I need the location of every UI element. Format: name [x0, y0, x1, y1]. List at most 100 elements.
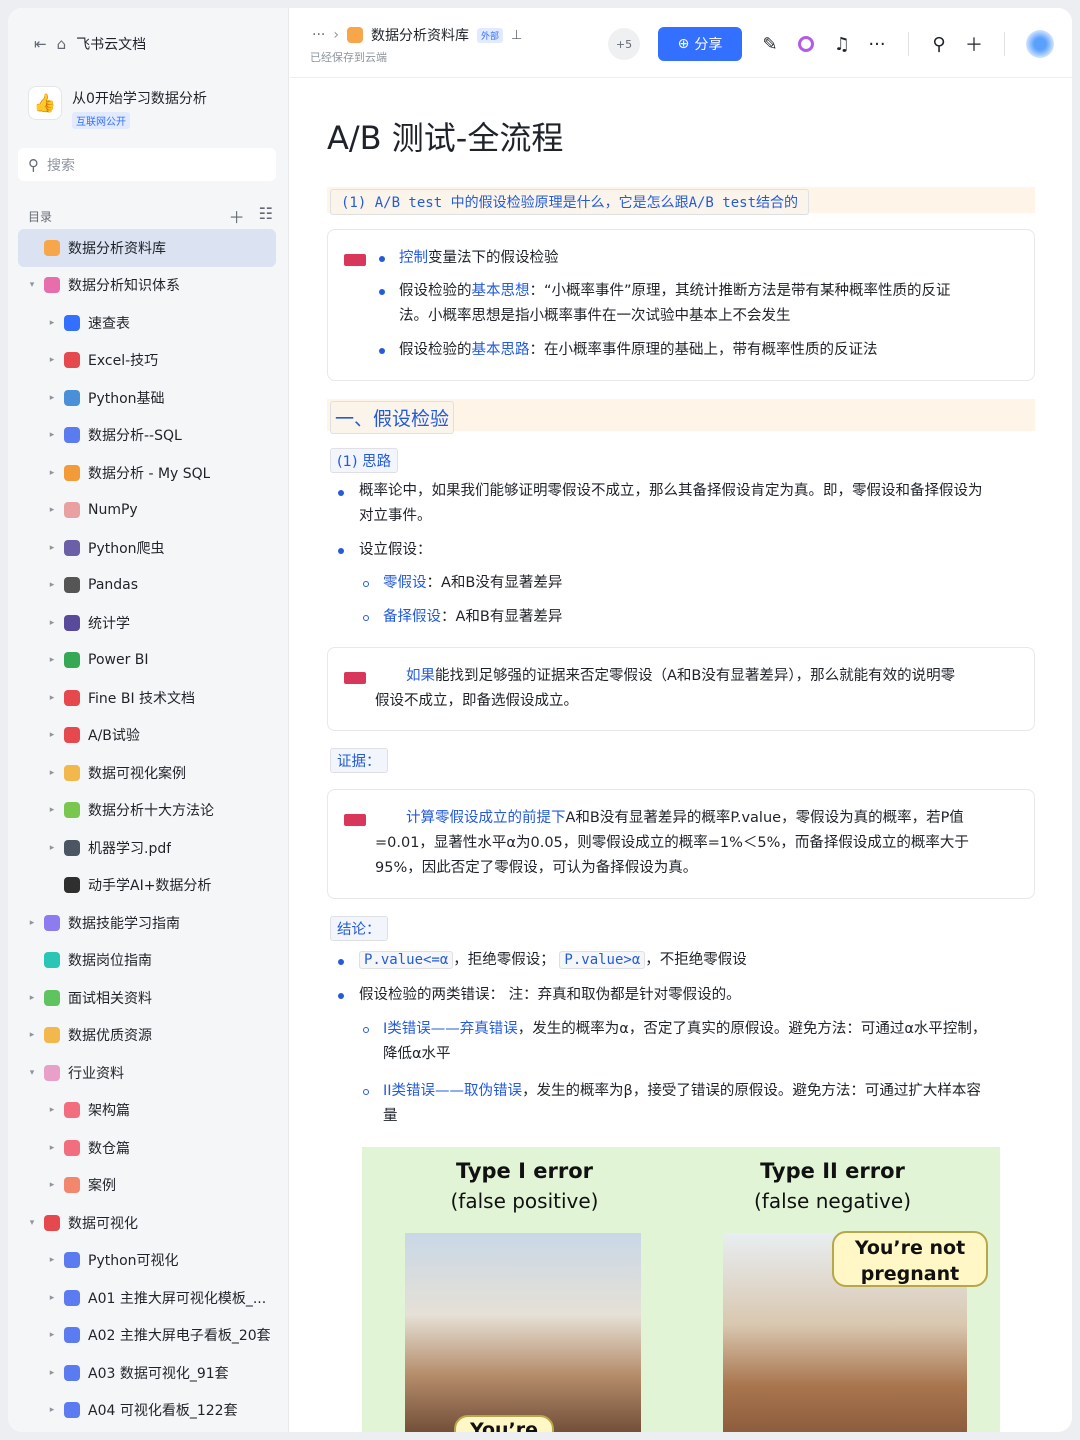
sidebar-item[interactable]: ▸ Python基础 — [18, 379, 276, 417]
chevron-right-icon[interactable]: ▸ — [46, 393, 58, 403]
bell-icon[interactable]: ♫ — [831, 33, 853, 55]
home-icon[interactable]: ⌂ — [57, 35, 67, 53]
link[interactable]: 控制 — [399, 250, 428, 266]
add-icon[interactable]: ＋ — [229, 204, 245, 228]
sidebar-item[interactable]: 数据岗位指南 — [18, 942, 276, 980]
sidebar-item[interactable]: ▸ Pandas — [18, 567, 276, 605]
link[interactable]: I类错误——弃真错误 — [383, 1021, 518, 1037]
sidebar-item[interactable]: ▸ 速查表 — [18, 304, 276, 342]
chevron-right-icon[interactable]: ▸ — [46, 1143, 58, 1153]
chevron-right-icon[interactable]: ▸ — [46, 1105, 58, 1115]
chevron-right-icon[interactable]: ▸ — [26, 1030, 38, 1040]
chevron-right-icon[interactable]: ▸ — [46, 430, 58, 440]
create-icon[interactable]: ＋ — [963, 33, 985, 56]
sidebar-item[interactable]: ▸ 统计学 — [18, 604, 276, 642]
sidebar-item[interactable]: ▸ 数据分析 - My SQL — [18, 454, 276, 492]
workspace-header[interactable]: 👍 从0开始学习数据分析 互联网公开 — [28, 86, 207, 129]
sidebar-item[interactable]: ▸ A/B试验 — [18, 717, 276, 755]
sub-heading[interactable]: 证据： — [330, 748, 388, 773]
sidebar-item[interactable]: ▸ 案例 — [18, 1167, 276, 1205]
chevron-right-icon[interactable]: ▸ — [46, 318, 58, 328]
chevron-right-icon[interactable]: ▸ — [26, 993, 38, 1003]
chevron-right-icon[interactable]: ▸ — [46, 1180, 58, 1190]
sidebar-item[interactable]: ▸ 数据分析十大方法论 — [18, 792, 276, 830]
sidebar-item[interactable]: ▸ 架构篇 — [18, 1092, 276, 1130]
sidebar-item[interactable]: ▸ A01 主推大屏可视化模板_... — [18, 1279, 276, 1317]
share-button[interactable]: ⊕ 分享 — [658, 27, 742, 61]
sub-heading[interactable]: 结论： — [330, 916, 388, 941]
collapse-sidebar-icon[interactable]: ⇤ — [34, 35, 47, 53]
chevron-right-icon[interactable]: ▸ — [46, 543, 58, 553]
chevron-right-icon[interactable]: ▸ — [46, 1405, 58, 1415]
sidebar-item[interactable]: ▸ Fine BI 技术文档 — [18, 679, 276, 717]
chevron-right-icon[interactable]: ▸ — [46, 1293, 58, 1303]
sidebar-item[interactable]: ▸ 面试相关资料 — [18, 979, 276, 1017]
sidebar-item[interactable]: ▸ 数据分析--SQL — [18, 417, 276, 455]
chevron-right-icon[interactable]: ▸ — [46, 843, 58, 853]
home-label[interactable]: 飞书云文档 — [76, 34, 146, 54]
chevron-right-icon[interactable]: ▸ — [26, 918, 38, 928]
callout-block[interactable]: 如果能找到足够强的证据来否定零假设（A和B没有显著差异），那么就能有效的说明零 … — [327, 647, 1035, 731]
sidebar-item[interactable]: ▸ 数仓篇 — [18, 1129, 276, 1167]
sidebar-item[interactable]: ▸ Python可视化 — [18, 1242, 276, 1280]
more-icon[interactable]: ··· — [866, 33, 888, 55]
more-breadcrumb-icon[interactable]: ··· — [312, 27, 325, 43]
link[interactable]: 基本思路 — [472, 342, 530, 358]
question-heading[interactable]: (1) A/B test 中的假设检验原理是什么，它是怎么跟A/B test结合… — [330, 189, 810, 215]
chevron-right-icon[interactable]: ▸ — [46, 1368, 58, 1378]
chevron-right-icon[interactable]: ▸ — [46, 1255, 58, 1265]
pin-icon[interactable]: ⊥ — [511, 28, 522, 43]
chevron-down-icon[interactable]: ▾ — [26, 280, 38, 290]
chevron-right-icon[interactable]: ▸ — [46, 505, 58, 515]
chevron-right-icon[interactable]: ▸ — [46, 580, 58, 590]
list-settings-icon[interactable]: ☷ — [259, 204, 273, 228]
sidebar-item[interactable]: ▸ 机器学习.pdf — [18, 829, 276, 867]
sidebar-item-label: A/B试验 — [88, 728, 140, 745]
link[interactable]: 基本思想 — [472, 283, 530, 299]
link[interactable]: 如果 — [406, 668, 435, 684]
sub-heading[interactable]: (1) 思路 — [330, 448, 399, 473]
sidebar-item[interactable]: ▾ 数据可视化 — [18, 1204, 276, 1242]
link[interactable]: 计算零假设成立的前提下 — [406, 810, 566, 826]
sidebar-item[interactable]: ▾ 数据分析知识体系 — [18, 267, 276, 305]
link[interactable]: 零假设 — [383, 575, 427, 591]
search-box[interactable]: ⚲ 搜索 — [18, 148, 276, 181]
edit-icon[interactable]: ✎ — [759, 33, 781, 55]
chevron-right-icon[interactable]: ▸ — [46, 618, 58, 628]
chevron-right-icon[interactable]: ▸ — [46, 1330, 58, 1340]
sidebar-item[interactable]: ▸ A03 数据可视化_91套 — [18, 1354, 276, 1392]
collaborators-count[interactable]: +5 — [608, 28, 640, 60]
callout-block[interactable]: 控制变量法下的假设检验 假设检验的基本思想：“小概率事件”原理，其统计推断方法是… — [327, 229, 1035, 381]
sidebar-item[interactable]: ▸ 数据优质资源 — [18, 1017, 276, 1055]
sidebar-item[interactable]: ▾ 行业资料 — [18, 1054, 276, 1092]
chevron-right-icon[interactable]: ▸ — [46, 768, 58, 778]
sidebar-item[interactable]: ▸ 数据技能学习指南 — [18, 904, 276, 942]
type-errors-figure[interactable]: Type I error (false positive) Type II er… — [362, 1147, 1000, 1432]
sidebar-item[interactable]: ▸ Power BI — [18, 642, 276, 680]
sidebar-item[interactable]: 数据分析资料库 — [18, 229, 276, 267]
sidebar-item[interactable]: ▸ A02 主推大屏电子看板_20套 — [18, 1317, 276, 1355]
doc-title[interactable]: A/B 测试-全流程 — [327, 113, 563, 159]
chevron-down-icon[interactable]: ▾ — [26, 1068, 38, 1078]
link[interactable]: 备择假设 — [383, 609, 441, 625]
sidebar-item[interactable]: 动手学AI+数据分析 — [18, 867, 276, 905]
ai-assistant-icon[interactable] — [795, 33, 817, 55]
breadcrumb-title[interactable]: 数据分析资料库 — [371, 25, 469, 45]
chevron-right-icon[interactable]: ▸ — [46, 693, 58, 703]
chevron-right-icon[interactable]: ▸ — [46, 805, 58, 815]
chevron-down-icon[interactable]: ▾ — [26, 1218, 38, 1228]
chevron-right-icon[interactable]: ▸ — [46, 655, 58, 665]
user-avatar[interactable] — [1026, 30, 1054, 58]
sidebar-item[interactable]: ▸ Python爬虫 — [18, 529, 276, 567]
sidebar-item[interactable]: ▸ 数据可视化案例 — [18, 754, 276, 792]
callout-block[interactable]: 计算零假设成立的前提下A和B没有显著差异的概率P.value，零假设为真的概率，… — [327, 789, 1035, 899]
chevron-right-icon[interactable]: ▸ — [46, 468, 58, 478]
sidebar-item[interactable]: ▸ A04 可视化看板_122套 — [18, 1392, 276, 1430]
chevron-right-icon[interactable]: ▸ — [46, 355, 58, 365]
section-heading[interactable]: 一、假设检验 — [330, 401, 455, 434]
chevron-right-icon[interactable]: ▸ — [46, 730, 58, 740]
sidebar-item[interactable]: ▸ NumPy — [18, 492, 276, 530]
link[interactable]: II类错误——取伪错误 — [383, 1083, 522, 1099]
search-icon[interactable]: ⚲ — [928, 33, 950, 55]
sidebar-item[interactable]: ▸ Excel-技巧 — [18, 342, 276, 380]
